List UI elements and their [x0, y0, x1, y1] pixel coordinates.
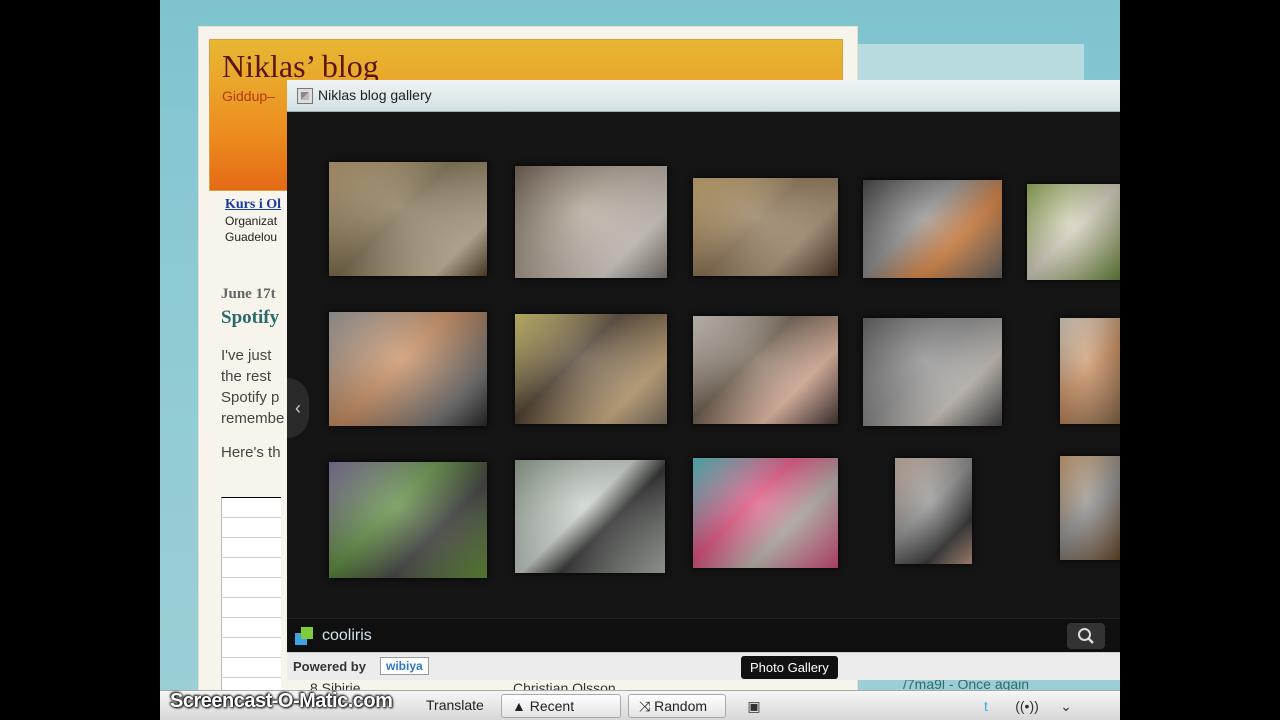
blog-tagline: Giddup–	[222, 88, 275, 104]
search-icon	[1078, 628, 1094, 644]
cat-photo[interactable]	[863, 318, 1002, 426]
embedded-table	[221, 497, 281, 720]
photo-gallery-window: Niklas blog gallery ‹ cooliris Powered b…	[287, 80, 1120, 680]
broadcast-icon[interactable]: ((•))	[1010, 694, 1044, 718]
cooliris-label: cooliris	[322, 627, 372, 644]
post-date: June 17t	[221, 286, 276, 302]
cat-photo[interactable]	[1060, 318, 1120, 424]
post-title[interactable]: Spotify	[221, 307, 279, 329]
chevron-down-icon[interactable]: ⌄	[1052, 694, 1080, 718]
triangle-up-icon: ▲	[512, 698, 530, 714]
photo-wall[interactable]: ‹	[287, 112, 1120, 618]
cat-photo[interactable]	[515, 166, 667, 278]
translate-label: Translate	[426, 697, 484, 713]
twitter-icon[interactable]: t	[972, 694, 1000, 718]
photo-gallery-tooltip: Photo Gallery	[741, 656, 838, 679]
wibiya-logo[interactable]: wibiya	[380, 657, 429, 675]
browser-viewport: Niklas’ blog Giddup– Kurs i Ol Organizat…	[160, 0, 1120, 720]
side-text-line: Organizat	[225, 214, 278, 228]
post-text-line: remembe	[221, 410, 285, 427]
cat-photo[interactable]	[329, 462, 487, 578]
post-text-line: Spotify p	[221, 389, 280, 406]
cat-photo[interactable]	[693, 458, 838, 568]
nav-link[interactable]: Kurs i Ol	[225, 197, 281, 213]
gallery-title: Niklas blog gallery	[318, 87, 432, 103]
cat-photo[interactable]	[1060, 456, 1120, 560]
cat-photo[interactable]	[329, 162, 487, 276]
random-button[interactable]: ⤨ Random	[628, 694, 726, 718]
cooliris-logo-icon	[295, 627, 315, 647]
post-text-line: Here's th	[221, 444, 281, 461]
cat-photo[interactable]	[693, 316, 838, 424]
shuffle-icon: ⤨	[639, 698, 655, 714]
screencast-watermark: Screencast-O-Matic.com	[170, 690, 393, 712]
cat-photo[interactable]	[329, 312, 487, 426]
post-text-line: I've just	[221, 347, 272, 364]
gallery-icon	[297, 88, 313, 104]
side-text-line: Guadelou	[225, 230, 278, 244]
photo-gallery-icon[interactable]: ▣	[740, 694, 768, 718]
cooliris-bar: cooliris	[287, 618, 1120, 652]
powered-by-bar: Powered by wibiya	[287, 652, 1120, 680]
cat-photo[interactable]	[515, 314, 667, 424]
recent-posts-button[interactable]: ▲ Recent Posts	[501, 694, 621, 718]
cat-photo[interactable]	[515, 460, 665, 573]
powered-by-label: Powered by	[293, 659, 366, 674]
random-label: Random	[654, 698, 708, 714]
cat-photo[interactable]	[1027, 184, 1120, 280]
search-button[interactable]	[1067, 623, 1105, 649]
cat-photo[interactable]	[863, 180, 1002, 278]
previous-arrow[interactable]: ‹	[287, 378, 309, 438]
post-text-line: the rest	[221, 368, 272, 385]
cat-photo[interactable]	[895, 458, 972, 564]
cat-photo[interactable]	[693, 178, 838, 276]
translate-button[interactable]: Translate	[396, 694, 492, 718]
gallery-titlebar[interactable]: Niklas blog gallery	[287, 80, 1120, 112]
background-paper	[858, 44, 1084, 80]
